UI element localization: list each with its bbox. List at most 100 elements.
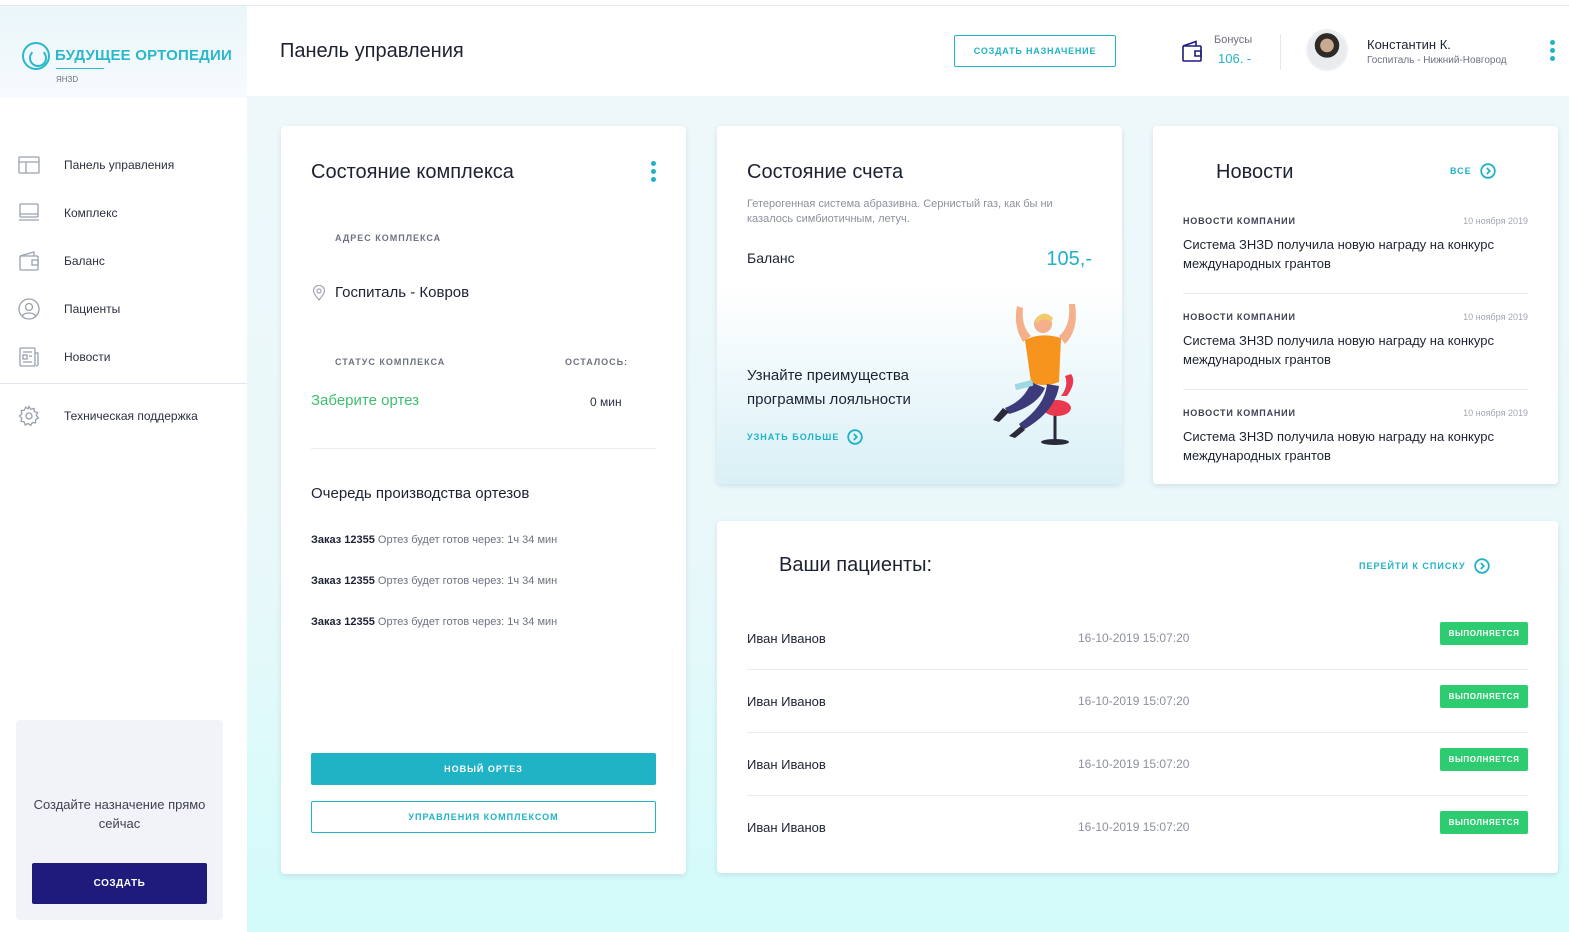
wallet-icon <box>19 251 39 271</box>
queue-title: Очередь производства ортезов <box>311 485 530 502</box>
queue-order: Заказ 12355 <box>311 575 375 587</box>
news-card: Новости ВСЕ НОВОСТИ КОМПАНИИ 10 ноября 2… <box>1153 126 1558 484</box>
news-category: НОВОСТИ КОМПАНИИ <box>1183 312 1296 322</box>
status-caption: СТАТУС КОМПЛЕКСА <box>335 357 446 367</box>
patient-date: 16-10-2019 15:07:20 <box>1078 694 1190 708</box>
balance-label: Баланс <box>747 250 795 266</box>
news-text: Система ЗНЗD получила новую награду на к… <box>1183 333 1494 367</box>
more-options-icon[interactable] <box>651 161 657 185</box>
table-row[interactable]: Иван Иванов 16-10-2019 15:07:20 ВЫПОЛНЯЕ… <box>747 607 1528 670</box>
user-location: Госпиталь - Нижний-Новгород <box>1367 55 1507 66</box>
queue-item: Заказ 12355 Ортез будет готов через: 1ч 3… <box>311 534 557 546</box>
sidebar-item-news[interactable]: Новости <box>0 333 247 381</box>
arrow-circle-icon <box>1479 163 1496 179</box>
new-orthosis-button[interactable]: НОВЫЙ ОРТЕЗ <box>311 753 656 785</box>
status-badge: ВЫПОЛНЯЕТСЯ <box>1440 748 1528 771</box>
status-badge: ВЫПОЛНЯЕТСЯ <box>1440 622 1528 645</box>
news-text: Система ЗНЗD получила новую награду на к… <box>1183 237 1494 271</box>
balance-value: 105,- <box>1046 248 1092 270</box>
learn-more-label: УЗНАТЬ БОЛЬШЕ <box>747 432 840 442</box>
card-title: Состояние комплекса <box>311 161 514 183</box>
sidebar-item-patients[interactable]: Пациенты <box>0 285 247 333</box>
patient-date: 16-10-2019 15:07:20 <box>1078 820 1190 834</box>
patients-list-label: ПЕРЕЙТИ К СПИСКУ <box>1359 561 1466 571</box>
sidebar-nav: Панель управления Комплекс Баланс Пациен… <box>0 141 247 381</box>
avatar[interactable] <box>1306 29 1348 71</box>
header-divider <box>1280 34 1281 70</box>
time-left-caption: ОСТАЛОСЬ: <box>565 357 629 367</box>
time-left: 0 мин <box>590 395 622 409</box>
sidebar-item-label: Панель управления <box>64 158 175 172</box>
divider <box>1183 389 1528 390</box>
loyalty-text: Узнайте преимущества программы лояльност… <box>747 367 911 408</box>
account-description: Гетерогенная система абразивна. Сернисты… <box>747 198 1053 225</box>
logo-sub: ЯНЗD <box>56 75 79 84</box>
sidebar-item-complex[interactable]: Комплекс <box>0 189 247 237</box>
patients-list-link[interactable]: ПЕРЕЙТИ К СПИСКУ <box>1359 558 1490 574</box>
status-badge: ВЫПОЛНЯЕТСЯ <box>1440 811 1528 834</box>
patient-name: Иван Иванов <box>747 757 826 772</box>
logo[interactable]: БУДУЩЕЕ ОРТОПЕДИИ ЯНЗD <box>0 6 247 98</box>
sidebar-item-label: Пациенты <box>64 302 121 316</box>
create-appointment-button[interactable]: СОЗДАТЬ НАЗНАЧЕНИЕ <box>954 35 1116 67</box>
dashboard-icon <box>18 156 40 174</box>
patient-name: Иван Иванов <box>747 820 826 835</box>
promo-text: Создайте назначение прямо сейчас <box>33 797 206 831</box>
arrow-circle-icon <box>847 429 864 445</box>
logo-icon <box>22 42 50 70</box>
logo-underline <box>56 68 104 69</box>
news-all-link[interactable]: ВСЕ <box>1450 163 1496 179</box>
news-category: НОВОСТИ КОМПАНИИ <box>1183 408 1296 418</box>
patient-name: Иван Иванов <box>747 694 826 709</box>
sidebar-item-label: Комплекс <box>64 206 118 220</box>
bonus-value: 106. - <box>1218 51 1252 66</box>
news-date: 10 ноября 2019 <box>1463 408 1528 418</box>
sidebar-divider <box>0 383 247 384</box>
sidebar-item-dashboard[interactable]: Панель управления <box>0 141 247 189</box>
newspaper-icon <box>19 347 39 367</box>
create-button[interactable]: СОЗДАТЬ <box>32 863 207 904</box>
address-caption: АДРЕС КОМПЛЕКСА <box>335 233 442 243</box>
complex-status: Заберите ортез <box>311 392 420 409</box>
sidebar-item-support[interactable]: Техническая поддержка <box>0 392 247 440</box>
learn-more-link[interactable]: УЗНАТЬ БОЛЬШЕ <box>747 429 864 445</box>
wallet-icon[interactable] <box>1182 40 1202 62</box>
queue-item: Заказ 12355 Ортез будет готов через: 1ч 3… <box>311 616 557 628</box>
patient-date: 16-10-2019 15:07:20 <box>1078 757 1190 771</box>
user-icon <box>18 298 40 320</box>
header-more-icon[interactable] <box>1550 40 1556 64</box>
card-title: Новости <box>1216 161 1294 183</box>
patients-card: Ваши пациенты: ПЕРЕЙТИ К СПИСКУ Иван Ива… <box>717 521 1558 873</box>
news-date: 10 ноября 2019 <box>1463 312 1528 322</box>
news-all-label: ВСЕ <box>1450 166 1472 176</box>
divider <box>1183 293 1528 294</box>
logo-name: БУДУЩЕЕ ОРТОПЕДИИ <box>55 47 233 64</box>
table-row[interactable]: Иван Иванов 16-10-2019 15:07:20 ВЫПОЛНЯЕ… <box>747 670 1528 733</box>
sidebar: БУДУЩЕЕ ОРТОПЕДИИ ЯНЗD Панель управления… <box>0 6 247 932</box>
bonus-label: Бонусы <box>1214 34 1253 46</box>
create-promo: Создайте назначение прямо сейчас СОЗДАТЬ <box>16 720 223 920</box>
sidebar-item-balance[interactable]: Баланс <box>0 237 247 285</box>
news-category: НОВОСТИ КОМПАНИИ <box>1183 216 1296 226</box>
patient-name: Иван Иванов <box>747 631 826 646</box>
news-date: 10 ноября 2019 <box>1463 216 1528 226</box>
manage-complex-button[interactable]: УПРАВЛЕНИЯ КОМПЛЕКСОМ <box>311 801 656 833</box>
gear-icon <box>18 405 40 427</box>
table-row[interactable]: Иван Иванов 16-10-2019 15:07:20 ВЫПОЛНЯЕ… <box>747 733 1528 796</box>
queue-text: Ортез будет готов через: 1ч 34 мин <box>377 534 558 546</box>
account-status-card: Состояние счета Гетерогенная система абр… <box>717 126 1122 484</box>
status-badge: ВЫПОЛНЯЕТСЯ <box>1440 685 1528 708</box>
card-title: Состояние счета <box>747 161 904 183</box>
sidebar-item-label: Баланс <box>64 254 105 268</box>
queue-order: Заказ 12355 <box>311 534 375 546</box>
celebrating-person-illustration <box>993 304 1076 445</box>
monitor-icon <box>19 203 39 221</box>
queue-order: Заказ 12355 <box>311 616 375 628</box>
patient-date: 16-10-2019 15:07:20 <box>1078 631 1190 645</box>
user-name: Константин К. <box>1367 37 1451 52</box>
queue-text: Ортез будет готов через: 1ч 34 мин <box>377 575 558 587</box>
page-title: Панель управления <box>280 40 464 62</box>
table-row[interactable]: Иван Иванов 16-10-2019 15:07:20 ВЫПОЛНЯЕ… <box>747 796 1528 859</box>
card-title: Ваши пациенты: <box>779 554 933 576</box>
complex-status-card: Состояние комплекса АДРЕС КОМПЛЕКСА Госп… <box>281 126 686 874</box>
